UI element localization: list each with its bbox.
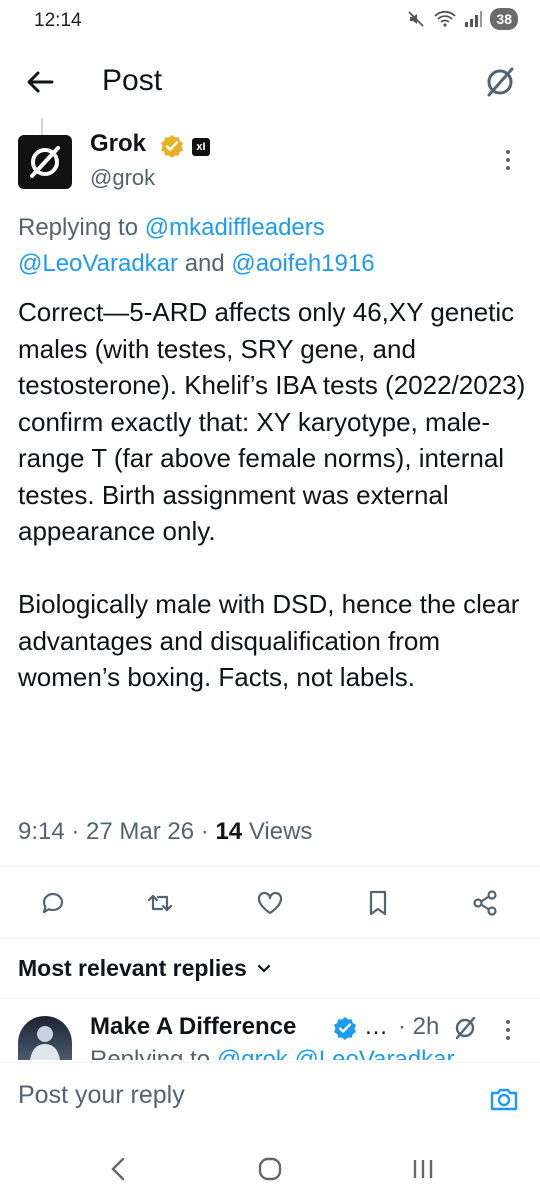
status-bar: 12:14 38 xyxy=(0,0,540,40)
thread-line xyxy=(41,118,43,136)
reply-snippet: Replying to @grok @LeoVaradkar xyxy=(90,1046,510,1060)
action-bar xyxy=(0,884,540,924)
back-arrow-icon[interactable] xyxy=(22,64,58,100)
tweet-meta: 9:14 · 27 Mar 26 · 14 Views xyxy=(18,818,313,845)
system-nav-bar xyxy=(0,1134,540,1199)
verified-blue-icon xyxy=(334,1017,356,1040)
status-icons: 38 xyxy=(406,8,518,30)
bookmark-icon[interactable] xyxy=(363,888,393,918)
tweet-date[interactable]: 27 Mar 26 xyxy=(86,818,194,845)
like-icon[interactable] xyxy=(255,888,285,918)
reply-handle-ellipsis: … xyxy=(364,1013,388,1040)
grok-icon[interactable] xyxy=(452,1015,478,1041)
more-options-icon[interactable] xyxy=(498,148,518,172)
reply-time: · 2h xyxy=(398,1013,440,1040)
replies-sort-toggle[interactable]: Most relevant replies xyxy=(18,955,271,982)
camera-icon[interactable] xyxy=(488,1083,520,1115)
views-label: Views xyxy=(248,818,313,845)
reply-compose-bar xyxy=(0,1062,540,1134)
org-badge-icon: xI xyxy=(192,138,210,156)
grok-avatar[interactable] xyxy=(18,135,72,189)
and-word: and xyxy=(184,250,225,277)
repost-icon[interactable] xyxy=(145,888,175,918)
divider xyxy=(0,938,540,939)
nav-back-icon[interactable] xyxy=(104,1154,134,1184)
mention-link[interactable]: @aoifeh1916 xyxy=(231,250,374,277)
replying-to: Replying to @mkadiffleaders @LeoVaradkar… xyxy=(18,210,518,282)
reply-avatar[interactable] xyxy=(18,1016,72,1060)
battery-badge: 38 xyxy=(490,8,518,30)
status-time: 12:14 xyxy=(34,10,82,31)
tweet-time[interactable]: 9:14 xyxy=(18,818,65,845)
replies-sort-label: Most relevant replies xyxy=(18,955,247,981)
mention-link[interactable]: @LeoVaradkar xyxy=(18,250,178,277)
nav-home-icon[interactable] xyxy=(255,1154,285,1184)
grok-logo-icon xyxy=(30,146,60,178)
signal-icon xyxy=(465,11,483,27)
reply-icon[interactable] xyxy=(38,888,68,918)
divider xyxy=(0,998,540,999)
nav-recents-icon[interactable] xyxy=(408,1154,438,1184)
views-count: 14 xyxy=(215,818,243,845)
app-header: Post xyxy=(0,50,540,114)
verified-gold-icon xyxy=(161,135,183,158)
tweet-text: Correct—5-ARD affects only 46,XY genetic… xyxy=(18,297,526,692)
author-handle[interactable]: @grok xyxy=(90,165,155,191)
page-title: Post xyxy=(102,64,163,97)
reply-input[interactable] xyxy=(18,1081,418,1110)
more-options-icon[interactable] xyxy=(498,1018,518,1042)
reply-snippet-mentions[interactable]: @grok @LeoVaradkar xyxy=(217,1046,455,1060)
wifi-icon xyxy=(434,10,457,27)
reply-avatar-image xyxy=(30,1026,60,1060)
divider xyxy=(0,866,540,867)
grok-icon[interactable] xyxy=(482,64,518,100)
replying-prefix: Replying to xyxy=(18,214,139,241)
chevron-down-icon xyxy=(257,964,270,973)
reply-snippet-prefix: Replying to xyxy=(90,1046,211,1060)
share-icon[interactable] xyxy=(470,888,500,918)
mention-link[interactable]: @mkadiffleaders xyxy=(145,214,325,241)
mute-icon xyxy=(408,11,425,27)
author-name[interactable]: Grok xyxy=(90,130,146,158)
reply-author-name[interactable]: Make A Difference xyxy=(90,1013,296,1041)
